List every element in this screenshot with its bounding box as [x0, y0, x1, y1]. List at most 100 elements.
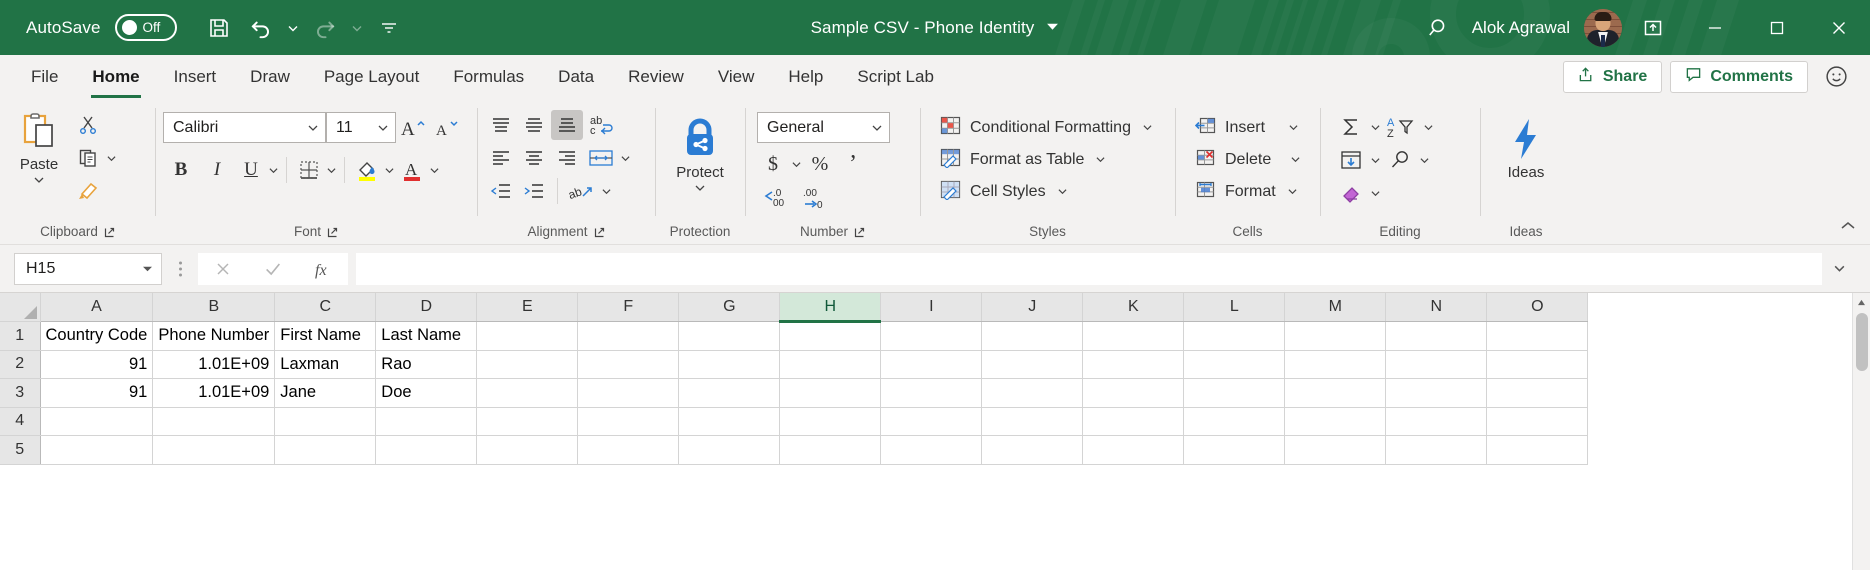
protect-button[interactable]: Protect [669, 112, 731, 198]
underline-chevron-down-icon[interactable] [267, 166, 280, 175]
orientation-chevron-down-icon[interactable] [600, 187, 613, 196]
cell-l4[interactable] [1183, 407, 1286, 436]
cell-d1[interactable]: Last Name [375, 321, 478, 351]
insert-chevron-down-icon[interactable] [1288, 119, 1299, 137]
cell-g1[interactable] [678, 321, 781, 351]
cell-l5[interactable] [1183, 435, 1286, 465]
cell-b3[interactable]: 1.01E+09 [152, 378, 276, 408]
formula-input[interactable] [356, 252, 1822, 285]
decrease-indent-button[interactable] [485, 176, 517, 206]
cell-i5[interactable] [880, 435, 983, 465]
avatar[interactable] [1584, 8, 1622, 47]
merge-chevron-down-icon[interactable] [619, 154, 632, 163]
clear-button[interactable] [1334, 178, 1368, 208]
search-icon[interactable] [1412, 15, 1466, 41]
comments-button[interactable]: Comments [1670, 60, 1808, 93]
tab-insert[interactable]: Insert [157, 55, 234, 98]
conditional-formatting-chevron-down-icon[interactable] [1142, 119, 1153, 137]
copy-button[interactable] [72, 143, 104, 173]
column-header-c[interactable]: C [274, 293, 377, 322]
cell-o3[interactable] [1486, 378, 1589, 408]
cell-j2[interactable] [981, 350, 1084, 379]
clipboard-dialog-launcher[interactable] [104, 226, 115, 237]
save-icon[interactable] [199, 8, 239, 48]
accounting-number-format-button[interactable]: $ [757, 149, 789, 179]
comma-style-button[interactable]: ’ [837, 149, 869, 179]
redo-icon[interactable] [305, 8, 345, 48]
column-header-e[interactable]: E [476, 293, 579, 322]
cell-f1[interactable] [577, 321, 680, 351]
cell-c1[interactable]: First Name [274, 321, 377, 351]
cell-j3[interactable] [981, 378, 1084, 408]
cell-a1[interactable]: Country Code [40, 321, 154, 351]
bold-button[interactable]: B [163, 155, 199, 185]
protect-chevron-down-icon[interactable] [694, 180, 706, 198]
cell-e3[interactable] [476, 378, 579, 408]
cell-j5[interactable] [981, 435, 1084, 465]
find-and-select-chevron-down-icon[interactable] [1418, 156, 1431, 165]
column-header-h[interactable]: H [779, 293, 882, 323]
cell-a4[interactable] [40, 407, 154, 436]
conditional-formatting-button[interactable]: Conditional Formatting [934, 112, 1159, 144]
column-header-f[interactable]: F [577, 293, 680, 322]
cell-e5[interactable] [476, 435, 579, 465]
orientation-button[interactable]: ab [565, 176, 599, 206]
cell-b1[interactable]: Phone Number [152, 321, 276, 351]
merge-and-center-button[interactable] [584, 143, 618, 173]
row-header-3[interactable]: 3 [0, 378, 41, 408]
close-icon[interactable] [1808, 0, 1870, 55]
ideas-button[interactable]: Ideas [1495, 114, 1557, 181]
vertical-scrollbar-thumb[interactable] [1855, 313, 1868, 371]
tab-view[interactable]: View [701, 55, 772, 98]
underline-button[interactable]: U [235, 155, 267, 185]
find-and-select-button[interactable] [1383, 145, 1417, 175]
cell-c3[interactable]: Jane [274, 378, 377, 408]
copy-chevron-down-icon[interactable] [105, 154, 118, 163]
cell-g2[interactable] [678, 350, 781, 379]
insert-cells-button[interactable]: Insert [1189, 112, 1305, 144]
cell-c2[interactable]: Laxman [274, 350, 377, 379]
minimize-icon[interactable] [1684, 0, 1746, 55]
number-dialog-launcher[interactable] [854, 226, 865, 237]
expand-formula-bar-icon[interactable] [1822, 263, 1856, 274]
increase-indent-button[interactable] [518, 176, 550, 206]
cell-styles-button[interactable]: Cell Styles [934, 176, 1074, 208]
font-dialog-launcher[interactable] [327, 226, 338, 237]
column-header-j[interactable]: J [981, 293, 1084, 322]
cell-h3[interactable] [779, 378, 882, 408]
cell-d5[interactable] [375, 435, 478, 465]
cell-b4[interactable] [152, 407, 276, 436]
cell-e2[interactable] [476, 350, 579, 379]
column-header-o[interactable]: O [1486, 293, 1589, 322]
ribbon-display-options-icon[interactable] [1622, 0, 1684, 55]
autosum-button[interactable] [1334, 112, 1368, 142]
cell-f4[interactable] [577, 407, 680, 436]
cell-j4[interactable] [981, 407, 1084, 436]
cell-e1[interactable] [476, 321, 579, 351]
cell-o5[interactable] [1486, 435, 1589, 465]
font-color-button[interactable]: A [396, 155, 428, 185]
cell-f5[interactable] [577, 435, 680, 465]
cell-o4[interactable] [1486, 407, 1589, 436]
cell-k1[interactable] [1082, 321, 1185, 351]
insert-function-icon[interactable]: fx [298, 252, 348, 285]
cell-g3[interactable] [678, 378, 781, 408]
cell-l3[interactable] [1183, 378, 1286, 408]
cell-h4[interactable] [779, 407, 882, 436]
cell-i2[interactable] [880, 350, 983, 379]
row-header-2[interactable]: 2 [0, 350, 41, 379]
row-header-4[interactable]: 4 [0, 407, 41, 436]
tab-script-lab[interactable]: Script Lab [840, 55, 951, 98]
row-header-5[interactable]: 5 [0, 435, 41, 465]
cell-j1[interactable] [981, 321, 1084, 351]
cell-o2[interactable] [1486, 350, 1589, 379]
select-all-corner-button[interactable] [0, 293, 41, 322]
cell-o1[interactable] [1486, 321, 1589, 351]
borders-chevron-down-icon[interactable] [325, 166, 338, 175]
font-size-combo[interactable]: 11 [326, 112, 396, 143]
wrap-text-button[interactable]: ab c [584, 110, 622, 140]
cell-i4[interactable] [880, 407, 983, 436]
tab-review[interactable]: Review [611, 55, 701, 98]
middle-align-button[interactable] [518, 110, 550, 140]
fill-chevron-down-icon[interactable] [1369, 156, 1382, 165]
